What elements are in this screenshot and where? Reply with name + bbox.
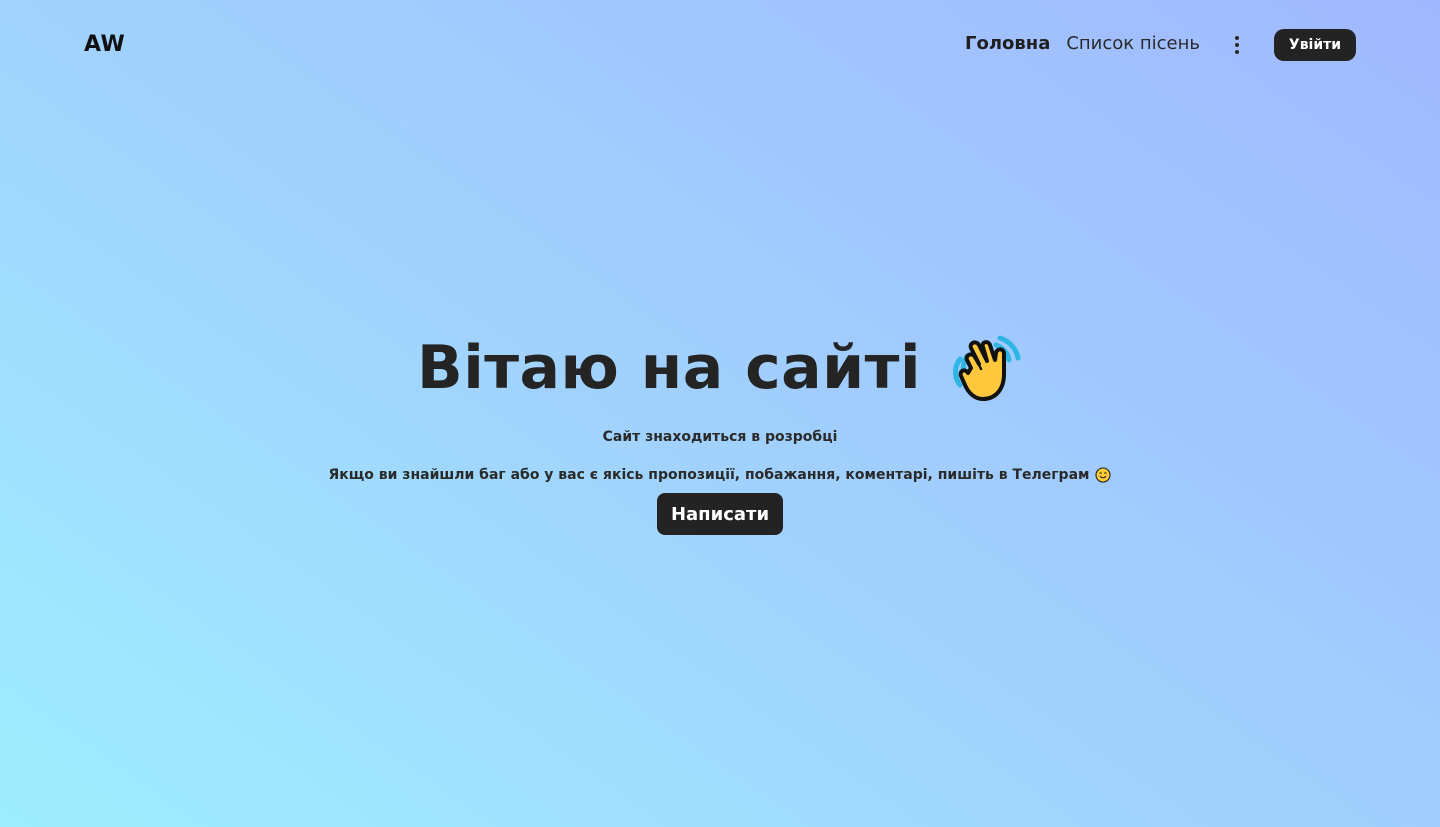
nav-link-home[interactable]: Головна [965,32,1050,56]
waving-hand-icon [953,335,1021,401]
main-nav: Головна Список пісень [965,32,1200,56]
hero-section: Вітаю на сайті Сайт знаходиться в розроб… [0,320,1440,535]
site-header: AW Головна Список пісень Увійти [0,0,1440,90]
development-notice: Сайт знаходиться в розробці [602,429,838,445]
nav-link-song-list[interactable]: Список пісень [1066,32,1200,56]
smiling-face-icon [1095,467,1112,483]
feedback-message-text: Якщо ви знайшли баг або у вас є якісь пр… [328,467,1090,483]
login-button[interactable]: Увійти [1274,29,1356,61]
hero-heading: Вітаю на сайті [0,320,1440,416]
more-vertical-icon[interactable] [1227,32,1247,58]
menu-dot [1235,50,1239,54]
feedback-message: Якщо ви знайшли баг або у вас є якісь пр… [0,466,1440,484]
site-logo[interactable]: AW [84,31,125,59]
write-telegram-button[interactable]: Написати [657,493,783,535]
hero-title: Вітаю на сайті [416,333,922,403]
menu-dot [1235,36,1239,40]
menu-dot [1235,43,1239,47]
